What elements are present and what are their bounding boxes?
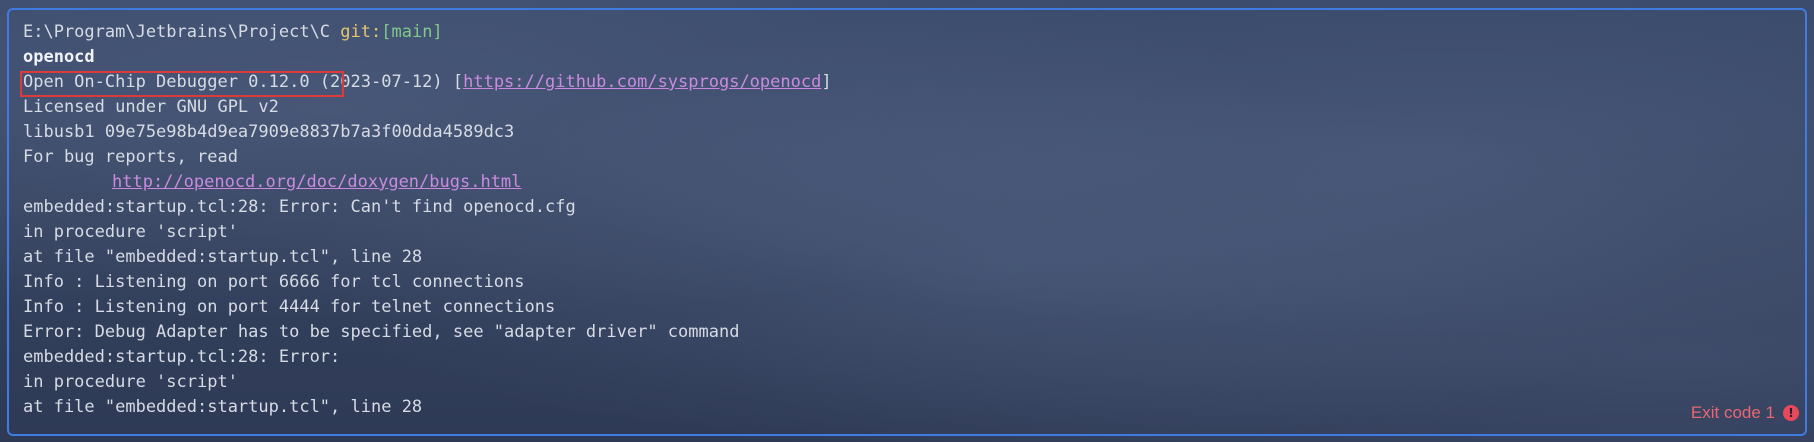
terminal-output-block: E:\Program\Jetbrains\Project\C git:[main… — [0, 0, 1814, 442]
exclamation-circle-icon: ! — [1783, 405, 1799, 421]
bug-url-line: http://openocd.org/doc/doxygen/bugs.html — [23, 170, 832, 195]
version-close: ] — [821, 72, 832, 92]
version-link[interactable]: https://github.com/sysprogs/openocd — [463, 72, 821, 92]
command-line: openocd — [23, 47, 95, 67]
error-line-2: Error: Debug Adapter has to be specified… — [23, 322, 740, 342]
git-branch: [main] — [381, 22, 443, 42]
version-highlight-box — [20, 71, 344, 97]
git-label: git: — [340, 22, 382, 42]
license-line: Licensed under GNU GPL v2 — [23, 97, 279, 117]
prompt-path: E:\Program\Jetbrains\Project\C — [23, 22, 331, 42]
error-line-3: embedded:startup.tcl:28: Error: — [23, 347, 341, 367]
info-line-1: Info : Listening on port 6666 for tcl co… — [23, 272, 525, 292]
exit-code-label: Exit code 1 — [1690, 403, 1775, 422]
procedure-line-1: in procedure 'script' — [23, 222, 238, 242]
atfile-line-1: at file "embedded:startup.tcl", line 28 — [23, 247, 423, 267]
exit-code-indicator[interactable]: Exit code 1 ! — [1691, 403, 1799, 423]
bug-url-link[interactable]: http://openocd.org/doc/doxygen/bugs.html — [112, 172, 521, 192]
error-line-1: embedded:startup.tcl:28: Error: Can't fi… — [23, 197, 576, 217]
bug-reports-line: For bug reports, read — [23, 147, 238, 167]
atfile-line-2: at file "embedded:startup.tcl", line 28 — [23, 397, 423, 417]
procedure-line-2: in procedure 'script' — [23, 372, 238, 392]
libusb-line: libusb1 09e75e98b4d9ea7909e8837b7a3f00dd… — [23, 122, 515, 142]
prompt-line: E:\Program\Jetbrains\Project\C git:[main… — [23, 20, 832, 45]
info-line-2: Info : Listening on port 4444 for telnet… — [23, 297, 556, 317]
